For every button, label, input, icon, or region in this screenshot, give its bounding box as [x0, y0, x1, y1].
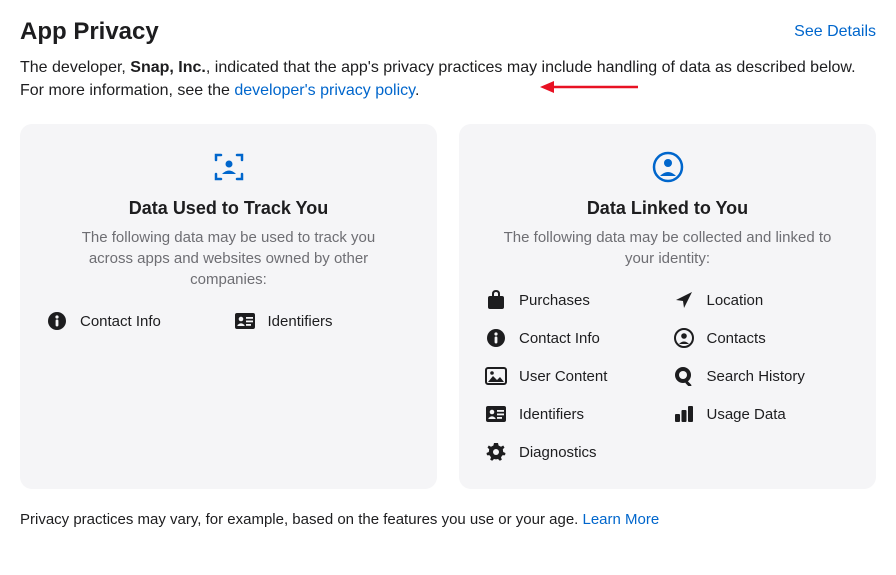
data-item: Contact Info — [485, 327, 663, 349]
data-item: Identifiers — [234, 310, 412, 332]
track-icon — [46, 150, 411, 184]
bag-icon — [485, 289, 507, 311]
search-icon — [673, 365, 695, 387]
id-card-icon — [234, 310, 256, 332]
data-item-label: Location — [707, 292, 764, 309]
contacts-icon — [673, 327, 695, 349]
card-track-title: Data Used to Track You — [46, 198, 411, 219]
footer-text: Privacy practices may vary, for example,… — [20, 511, 583, 528]
privacy-policy-link[interactable]: developer's privacy policy — [234, 82, 415, 99]
intro-text: The developer, Snap, Inc., indicated tha… — [20, 56, 876, 102]
photo-icon — [485, 365, 507, 387]
info-icon — [485, 327, 507, 349]
gear-icon — [485, 441, 507, 463]
id-card-icon — [485, 403, 507, 425]
linked-icon — [485, 150, 850, 184]
card-linked-subtitle: The following data may be collected and … — [498, 227, 838, 269]
data-item: Contact Info — [46, 310, 224, 332]
data-item-label: Contacts — [707, 330, 766, 347]
data-item: Usage Data — [673, 403, 851, 425]
track-items: Contact Info Identifiers — [46, 310, 411, 332]
data-item-label: User Content — [519, 368, 607, 385]
data-item-label: Contact Info — [519, 330, 600, 347]
data-item: Search History — [673, 365, 851, 387]
card-track-subtitle: The following data may be used to track … — [59, 227, 399, 290]
data-item-label: Usage Data — [707, 406, 786, 423]
card-linked-title: Data Linked to You — [485, 198, 850, 219]
card-track: Data Used to Track You The following dat… — [20, 124, 437, 489]
intro-prefix: The developer, — [20, 59, 130, 76]
data-item-label: Identifiers — [519, 406, 584, 423]
data-item: Location — [673, 289, 851, 311]
data-item-label: Search History — [707, 368, 805, 385]
data-item-label: Diagnostics — [519, 444, 597, 461]
card-linked: Data Linked to You The following data ma… — [459, 124, 876, 489]
info-icon — [46, 310, 68, 332]
developer-name: Snap, Inc. — [130, 59, 206, 76]
data-item: Diagnostics — [485, 441, 663, 463]
data-item-label: Contact Info — [80, 313, 161, 330]
chart-icon — [673, 403, 695, 425]
data-item: Contacts — [673, 327, 851, 349]
page-title: App Privacy — [20, 18, 159, 46]
data-item-label: Identifiers — [268, 313, 333, 330]
location-icon — [673, 289, 695, 311]
learn-more-link[interactable]: Learn More — [583, 511, 660, 528]
data-item-label: Purchases — [519, 292, 590, 309]
data-item: User Content — [485, 365, 663, 387]
intro-suffix: . — [415, 82, 419, 99]
data-item: Identifiers — [485, 403, 663, 425]
annotation-arrow-icon — [540, 78, 640, 96]
data-item: Purchases — [485, 289, 663, 311]
see-details-link[interactable]: See Details — [794, 23, 876, 41]
footer-note: Privacy practices may vary, for example,… — [20, 511, 876, 528]
linked-items: Purchases Location Contact Info Contacts Use… — [485, 289, 850, 463]
